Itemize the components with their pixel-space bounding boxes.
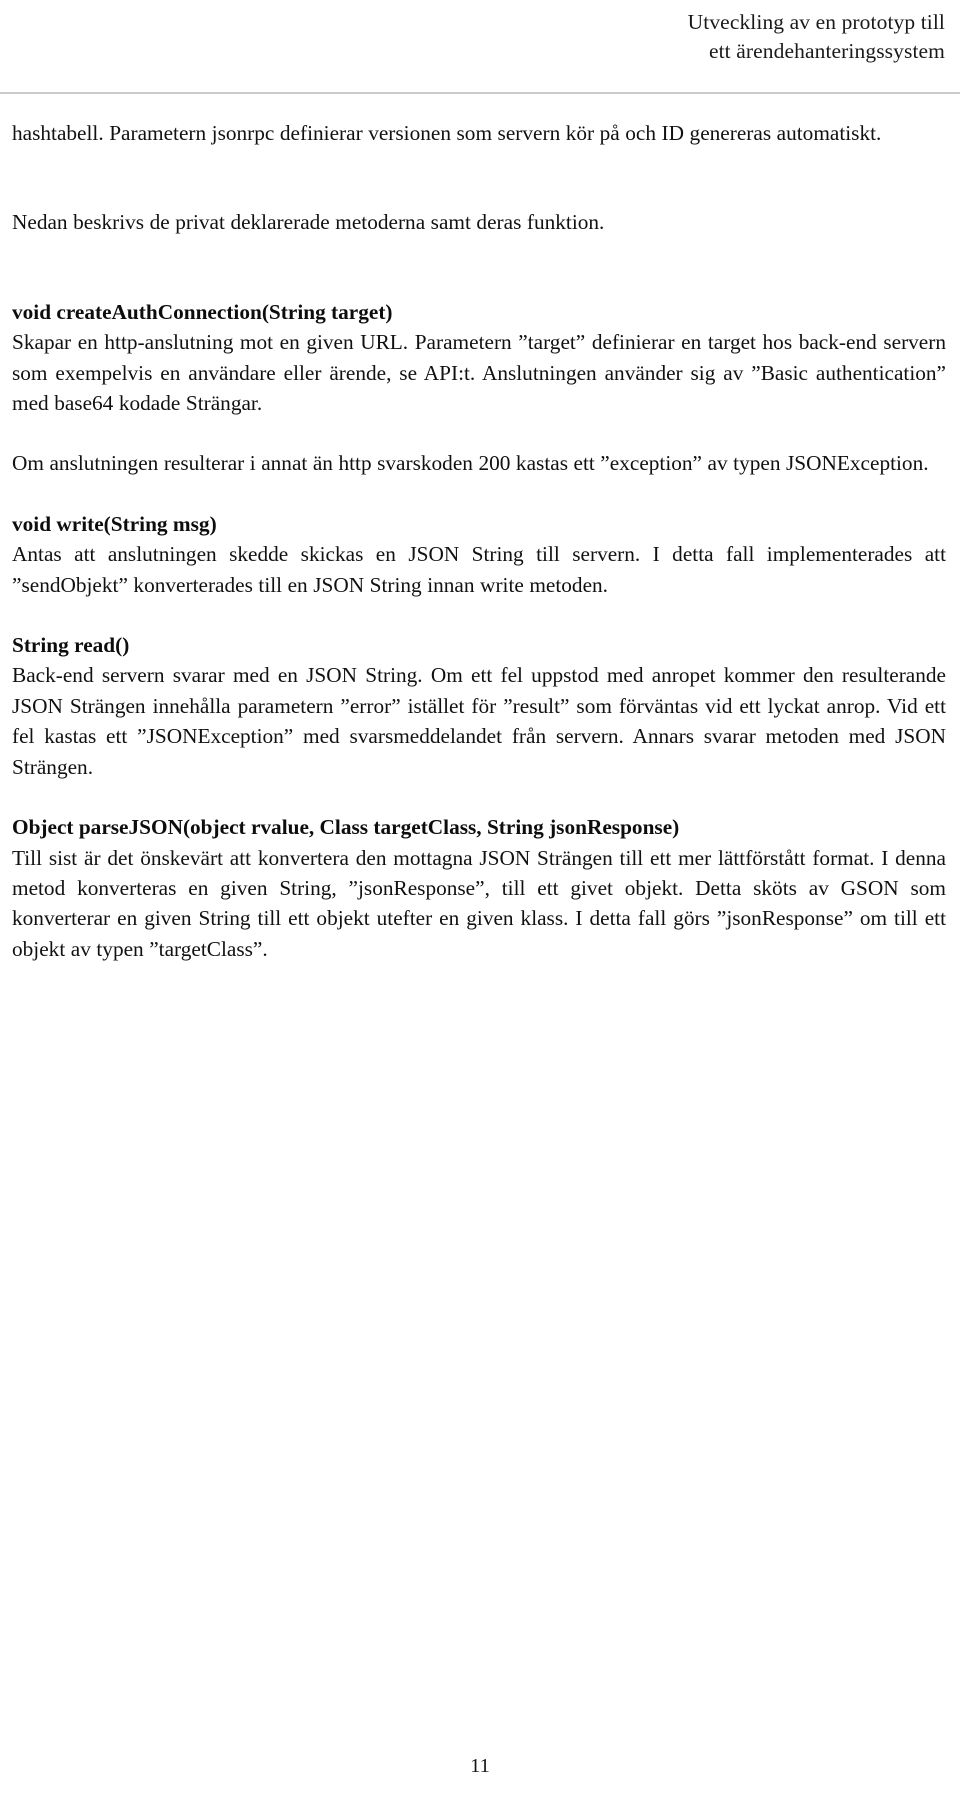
section-paragraph-write-1: Antas att anslutningen skedde skickas en… xyxy=(12,542,946,597)
section-paragraph-create-auth-connection-2: Om anslutningen resulterar i annat än ht… xyxy=(12,451,929,476)
section-paragraph-create-auth-connection-1: Skapar en http-anslutning mot en given U… xyxy=(12,330,946,416)
paragraph-intro: Nedan beskrivs de privat deklarerade met… xyxy=(12,210,605,235)
paragraph-continued: hashtabell. Parametern jsonrpc definiera… xyxy=(12,121,882,145)
section-heading-create-auth-connection: void createAuthConnection(String target) xyxy=(12,299,393,324)
section-paragraph-parse-json-1: Till sist är det önskevärt att konverter… xyxy=(12,845,946,961)
document-body: hashtabell. Parametern jsonrpc definiera… xyxy=(12,118,946,964)
section-heading-read: String read() xyxy=(12,633,130,658)
header-title-line-2: ett ärendehanteringssystem xyxy=(708,39,945,63)
running-header: Utveckling av en prototyp till ett ärend… xyxy=(14,8,945,66)
header-divider xyxy=(0,92,960,94)
header-title-line-1: Utveckling av en prototyp till xyxy=(687,10,945,34)
section-heading-parse-json: Object parseJSON(object rvalue, Class ta… xyxy=(12,815,680,840)
section-paragraph-read-1: Back-end servern svarar med en JSON Stri… xyxy=(12,663,946,779)
section-heading-write: void write(String msg) xyxy=(12,511,217,536)
document-page: Utveckling av en prototyp till ett ärend… xyxy=(0,0,960,1801)
page-number: 11 xyxy=(470,1755,490,1777)
